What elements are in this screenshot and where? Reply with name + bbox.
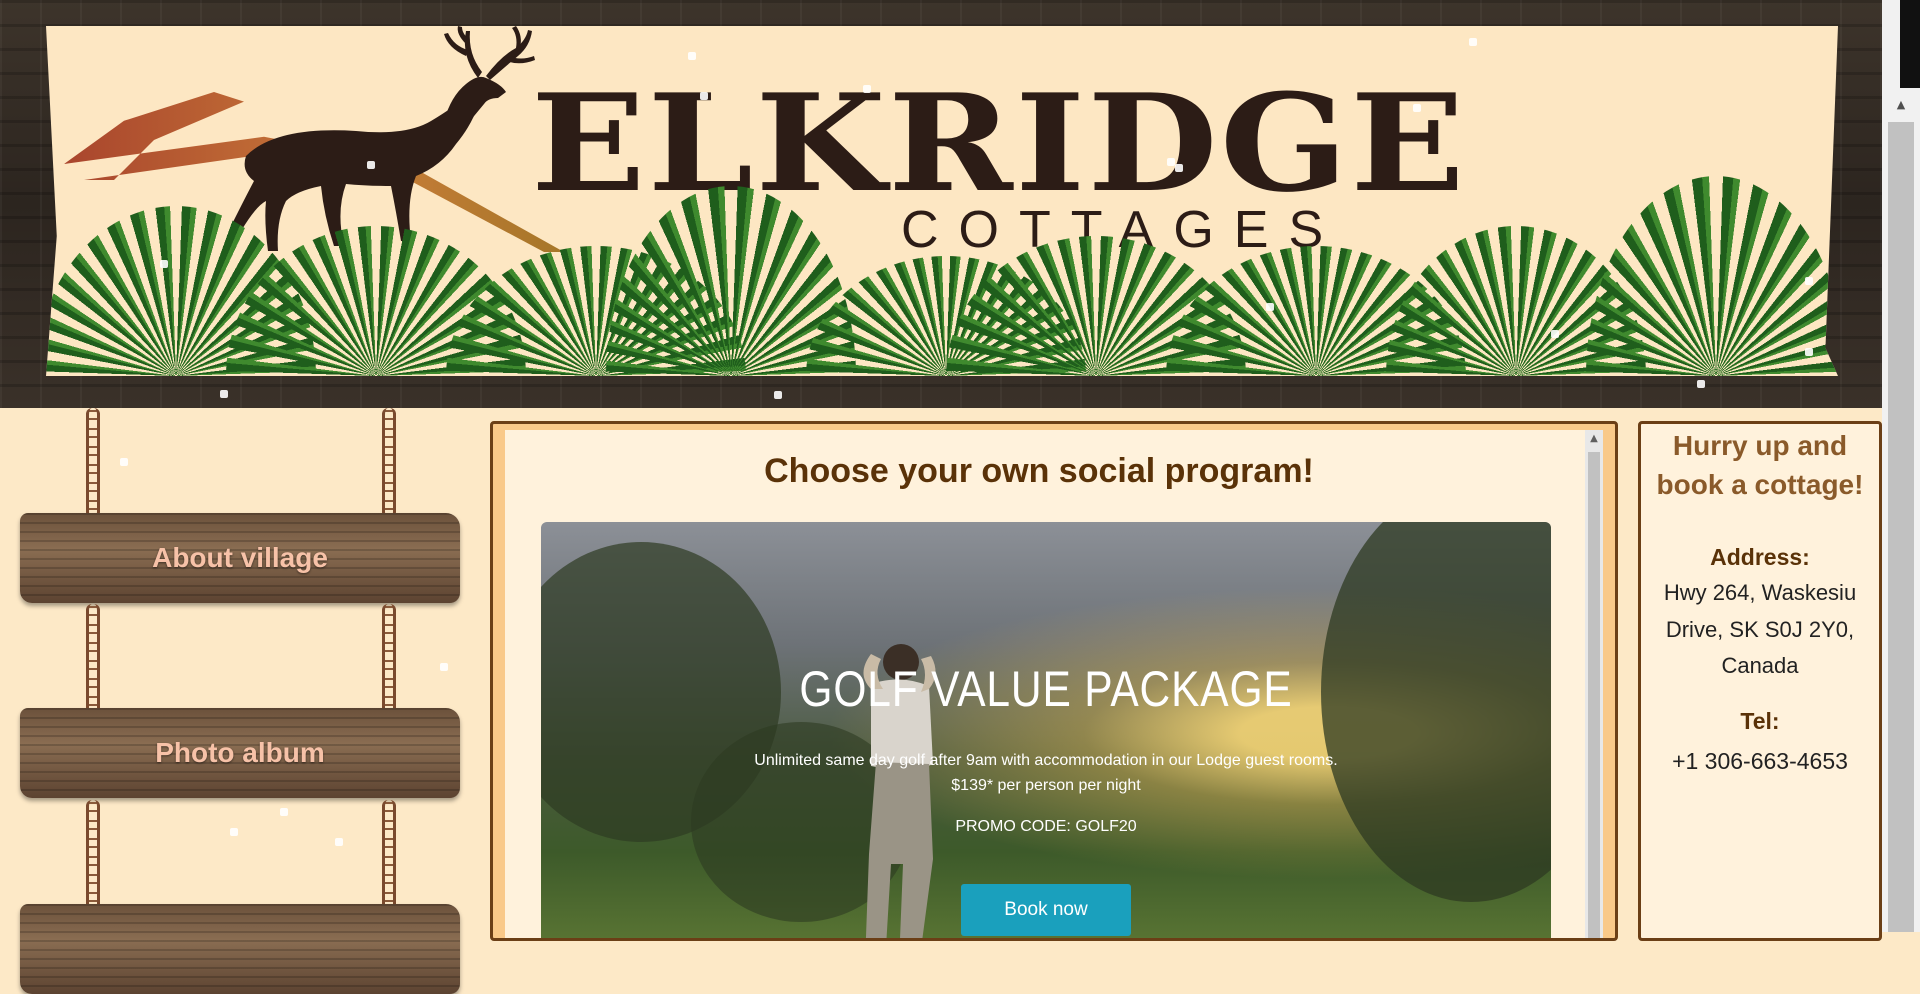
snowflake (220, 390, 228, 398)
scrollbar-thumb[interactable] (1588, 452, 1600, 938)
nav-item-more[interactable] (20, 904, 460, 994)
nav-item-about-village[interactable]: About village (20, 513, 460, 603)
nav-item-label: About village (152, 542, 328, 573)
promo-description: Unlimited same day golf after 9am with a… (754, 752, 1338, 769)
snowflake (1266, 303, 1274, 311)
chain-decoration (86, 800, 100, 910)
promo-code: PROMO CODE: GOLF20 (955, 818, 1137, 835)
chain-decoration (382, 408, 396, 518)
snowflake (230, 828, 238, 836)
page-scrollbar-thumb[interactable] (1888, 122, 1914, 932)
snowflake (1551, 330, 1559, 338)
site-subtitle: COTTAGES (901, 201, 1344, 259)
scroll-up-icon[interactable]: ▲ (1882, 98, 1920, 118)
snowflake (1697, 380, 1705, 388)
tel-label: Tel: (1740, 708, 1780, 735)
tel-value[interactable]: +1 306-663-4653 (1641, 743, 1879, 780)
booking-cta: Hurry up and book a cottage! (1656, 430, 1864, 501)
content-scrollbar[interactable]: ▲ (1585, 430, 1603, 938)
page-scrollbar[interactable]: ▲ (1882, 0, 1920, 932)
banner: ELKRIDGE COTTAGES (46, 26, 1838, 376)
window-edge (1900, 0, 1920, 88)
snowflake (280, 808, 288, 816)
snowflake (1469, 38, 1477, 46)
snowflake (774, 391, 782, 399)
address-value: Hwy 264, Waskesiu Drive, SK S0J 2Y0, Can… (1663, 580, 1857, 678)
snowflake (700, 92, 708, 100)
snowflake (335, 838, 343, 846)
snowflake (1413, 104, 1421, 112)
chain-decoration (382, 604, 396, 714)
content-panel: Choose your own social program! GOLF VAL… (490, 421, 1618, 941)
snowflake (1167, 158, 1175, 166)
booking-sidebar: Hurry up and book a cottage! Address: Hw… (1638, 421, 1882, 941)
nav-item-label: Photo album (155, 737, 325, 768)
snowflake (863, 85, 871, 93)
snowflake (367, 161, 375, 169)
address-label: Address: (1710, 544, 1810, 571)
chain-decoration (86, 604, 100, 714)
chain-decoration (86, 408, 100, 518)
promo-card: GOLF VALUE PACKAGE Unlimited same day go… (541, 522, 1551, 938)
snowflake (1805, 348, 1813, 356)
chain-decoration (382, 800, 396, 910)
book-now-button[interactable]: Book now (961, 884, 1131, 936)
snowflake (1805, 277, 1813, 285)
snowflake (120, 458, 128, 466)
page-title: Choose your own social program! (764, 452, 1314, 490)
promo-price: $139* per person per night (951, 777, 1141, 794)
snowflake (688, 52, 696, 60)
promo-title: GOLF VALUE PACKAGE (799, 661, 1293, 717)
content-scroll-area[interactable]: Choose your own social program! GOLF VAL… (505, 430, 1603, 938)
scroll-up-icon[interactable]: ▲ (1585, 430, 1603, 448)
snowflake (440, 663, 448, 671)
left-navigation: About village Photo album (0, 408, 480, 994)
site-header: ELKRIDGE COTTAGES (0, 0, 1882, 408)
snowflake (160, 260, 168, 268)
snowflake (1175, 164, 1183, 172)
nav-item-photo-album[interactable]: Photo album (20, 708, 460, 798)
